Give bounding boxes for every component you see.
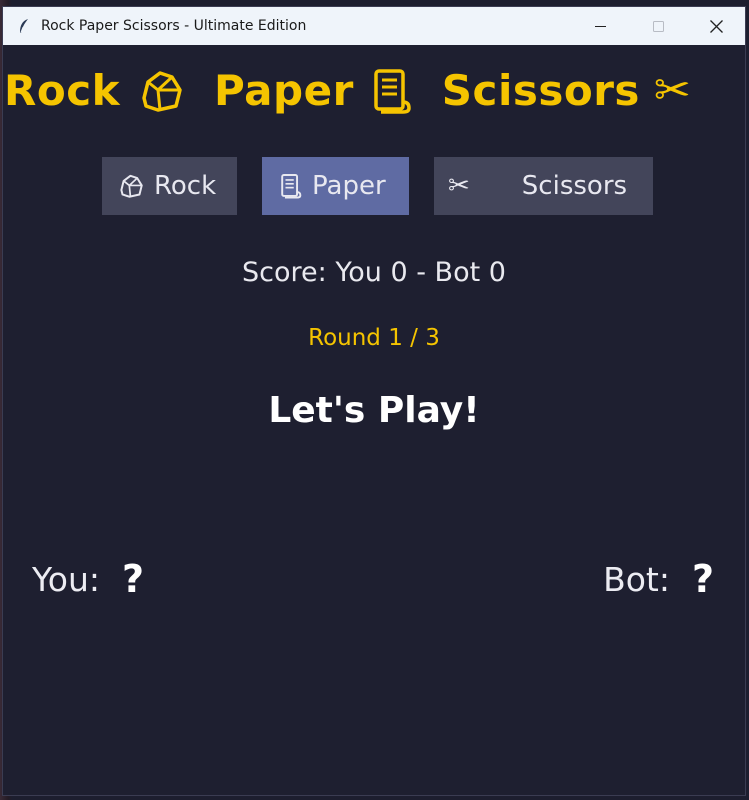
minimize-icon: [594, 25, 606, 27]
rock-button-label: Rock: [154, 171, 217, 201]
choice-buttons: Rock Paper ✂ Scissors: [102, 157, 653, 215]
rock-button[interactable]: Rock: [102, 157, 237, 215]
game-area: Rock Paper Scissors ✂ Rock Paper ✂ Sciss…: [3, 45, 745, 795]
close-icon: [709, 19, 723, 33]
bot-label: Bot:: [603, 559, 670, 599]
rock-icon: [118, 173, 144, 199]
scissors-button[interactable]: ✂ Scissors: [434, 157, 653, 215]
paper-scroll-icon: [372, 68, 412, 114]
game-headline: Rock Paper Scissors ✂: [4, 65, 691, 116]
player-bot: Bot: ?: [603, 557, 714, 601]
feather-icon: [17, 18, 31, 34]
headline-rock: Rock: [4, 66, 121, 115]
score-label: Score: You 0 - Bot 0: [242, 257, 506, 288]
paper-button[interactable]: Paper: [262, 157, 409, 215]
scissors-icon: ✂: [448, 171, 470, 201]
window-title: Rock Paper Scissors - Ultimate Edition: [41, 18, 307, 34]
paper-button-label: Paper: [312, 171, 386, 201]
player-you: You: ?: [32, 557, 144, 601]
title-bar[interactable]: Rock Paper Scissors - Ultimate Edition: [3, 7, 745, 45]
question-mark-icon: ?: [691, 557, 714, 601]
minimize-button[interactable]: [571, 7, 629, 45]
maximize-icon: [652, 20, 664, 32]
headline-scissors: Scissors: [441, 66, 640, 115]
maximize-button[interactable]: [629, 7, 687, 45]
headline-paper: Paper: [214, 66, 354, 115]
status-message: Let's Play!: [268, 390, 480, 431]
round-label: Round 1 / 3: [308, 325, 440, 351]
you-label: You:: [32, 559, 100, 599]
app-window: Rock Paper Scissors - Ultimate Edition R…: [2, 6, 746, 796]
scissors-icon: ✂: [653, 65, 691, 116]
close-button[interactable]: [687, 7, 745, 45]
scissors-button-label: Scissors: [521, 171, 628, 201]
paper-scroll-icon: [280, 173, 302, 199]
rock-icon: [138, 68, 184, 114]
question-mark-icon: ?: [122, 557, 145, 601]
window-controls: [571, 7, 745, 45]
